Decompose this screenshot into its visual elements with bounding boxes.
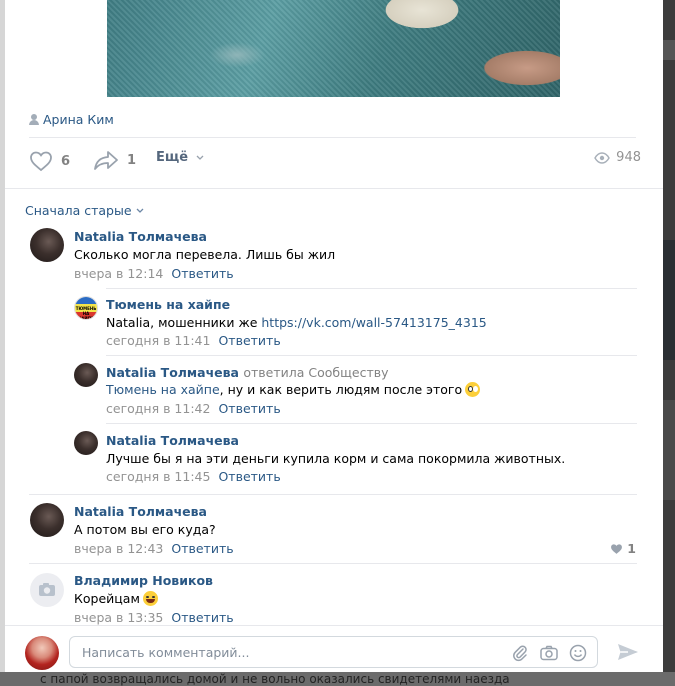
comment-meta: сегодня в 11:41 Ответить <box>106 333 281 348</box>
camera-icon[interactable] <box>539 644 559 662</box>
divider <box>29 494 637 495</box>
divider <box>106 355 637 356</box>
comment-meta: сегодня в 11:45 Ответить <box>106 469 281 484</box>
chevron-down-icon <box>136 208 144 213</box>
avatar[interactable] <box>30 503 64 537</box>
comments-sort-dropdown[interactable]: Сначала старые <box>25 203 144 218</box>
avatar[interactable] <box>30 573 64 607</box>
smiley-icon[interactable] <box>569 644 587 662</box>
current-user-avatar[interactable] <box>25 636 59 670</box>
comment-author: Natalia Толмачева ответила Сообществу <box>106 365 389 380</box>
comment-meta: вчера в 12:14 Ответить <box>74 266 234 281</box>
camera-placeholder-icon <box>39 583 55 596</box>
comment-time[interactable]: вчера в 13:35 <box>74 610 163 625</box>
comment-time[interactable]: сегодня в 11:42 <box>106 401 210 416</box>
reply-button[interactable]: Ответить <box>218 401 280 416</box>
post-actions: 6 1 Ещё 948 <box>29 150 641 174</box>
reply-button[interactable]: Ответить <box>218 469 280 484</box>
reply-button[interactable]: Ответить <box>218 333 280 348</box>
paperclip-icon[interactable] <box>511 644 529 662</box>
comment-text-body: , ну и как верить людям после этого <box>219 382 463 397</box>
more-label: Ещё <box>156 150 189 165</box>
comment-text: А потом вы его куда? <box>74 522 216 537</box>
divider <box>5 625 663 626</box>
post-photo[interactable] <box>107 0 560 97</box>
post-modal: Арина Ким 6 1 Ещё 948 Сначала старые Nat… <box>5 0 663 672</box>
avatar-label: ТЮМЕНЬ НА ХАЙПЕ <box>75 306 97 320</box>
comment-author[interactable]: Natalia Толмачева <box>74 229 207 244</box>
comment-text-body: Корейцам <box>74 591 140 606</box>
like-count: 6 <box>61 153 71 169</box>
comment-text: Сколько могла перевела. Лишь бы жил <box>74 247 336 262</box>
reply-note: ответила Сообществу <box>243 365 389 380</box>
avatar[interactable] <box>74 431 98 455</box>
comment-text: Natalia, мошенники же https://vk.com/wal… <box>106 315 487 330</box>
avatar-stripe <box>75 297 97 305</box>
comment-author[interactable]: Natalia Толмачева <box>74 504 207 519</box>
views-count: 948 <box>616 150 641 165</box>
comment-time[interactable]: сегодня в 11:41 <box>106 333 210 348</box>
comment-time[interactable]: вчера в 12:14 <box>74 266 163 281</box>
send-icon[interactable] <box>617 642 639 662</box>
comment-time[interactable]: сегодня в 11:45 <box>106 469 210 484</box>
person-icon <box>29 114 39 125</box>
divider <box>106 288 637 289</box>
divider <box>29 137 636 138</box>
comment-meta: вчера в 13:35 Ответить <box>74 610 234 625</box>
comment-input-placeholder: Написать комментарий... <box>82 645 250 660</box>
laughing-face-emoji-icon <box>142 591 158 606</box>
divider <box>106 423 637 424</box>
views-counter: 948 <box>594 150 641 165</box>
comment-author-name[interactable]: Natalia Толмачева <box>106 365 239 380</box>
comment-author[interactable]: Владимир Новиков <box>74 573 213 588</box>
comment-author[interactable]: Тюмень на хайпе <box>106 297 230 312</box>
divider <box>5 188 663 189</box>
background-text: с папой возвращались домой и не вольно о… <box>40 672 510 686</box>
like-button[interactable]: 6 <box>29 150 70 172</box>
avatar[interactable] <box>74 363 98 387</box>
comment-text: Корейцам <box>74 591 158 606</box>
comment-time[interactable]: вчера в 12:43 <box>74 541 163 556</box>
comments-sort-label: Сначала старые <box>25 203 132 218</box>
flushed-face-emoji-icon <box>465 382 481 397</box>
divider <box>29 563 637 564</box>
share-arrow-icon <box>94 151 118 170</box>
comment-meta: вчера в 12:43 Ответить <box>74 541 234 556</box>
avatar[interactable] <box>30 228 64 262</box>
chevron-down-icon <box>196 155 204 160</box>
comment-like-count: 1 <box>627 541 636 556</box>
heart-icon <box>30 151 52 172</box>
share-count: 1 <box>127 152 137 168</box>
reply-button[interactable]: Ответить <box>171 541 233 556</box>
heart-icon <box>611 543 623 554</box>
background-page-right <box>663 0 675 686</box>
comment-meta: сегодня в 11:42 Ответить <box>106 401 281 416</box>
post-author[interactable]: Арина Ким <box>29 112 114 127</box>
comment-text: Тюмень на хайпе, ну и как верить людям п… <box>106 382 481 397</box>
composer-tools <box>511 644 587 662</box>
comment-text: Лучше бы я на эти деньги купила корм и с… <box>106 451 566 466</box>
comment-like-button[interactable]: 1 <box>610 541 636 556</box>
comment-text-body: Natalia, мошенники же <box>106 315 262 330</box>
comment-author[interactable]: Natalia Толмачева <box>106 433 239 448</box>
comment-input[interactable]: Написать комментарий... <box>69 636 598 668</box>
more-button[interactable]: Ещё <box>156 150 204 165</box>
comment-link[interactable]: https://vk.com/wall-57413175_4315 <box>261 315 486 330</box>
background-page-bottom: с папой возвращались домой и не вольно о… <box>0 672 675 686</box>
reply-button[interactable]: Ответить <box>171 266 233 281</box>
avatar[interactable]: ТЮМЕНЬ НА ХАЙПЕ <box>74 296 98 320</box>
post-author-name[interactable]: Арина Ким <box>43 112 114 127</box>
share-button[interactable]: 1 <box>93 150 136 170</box>
reply-button[interactable]: Ответить <box>171 610 233 625</box>
comment-mention[interactable]: Тюмень на хайпе <box>106 382 220 397</box>
eye-icon <box>594 151 610 164</box>
